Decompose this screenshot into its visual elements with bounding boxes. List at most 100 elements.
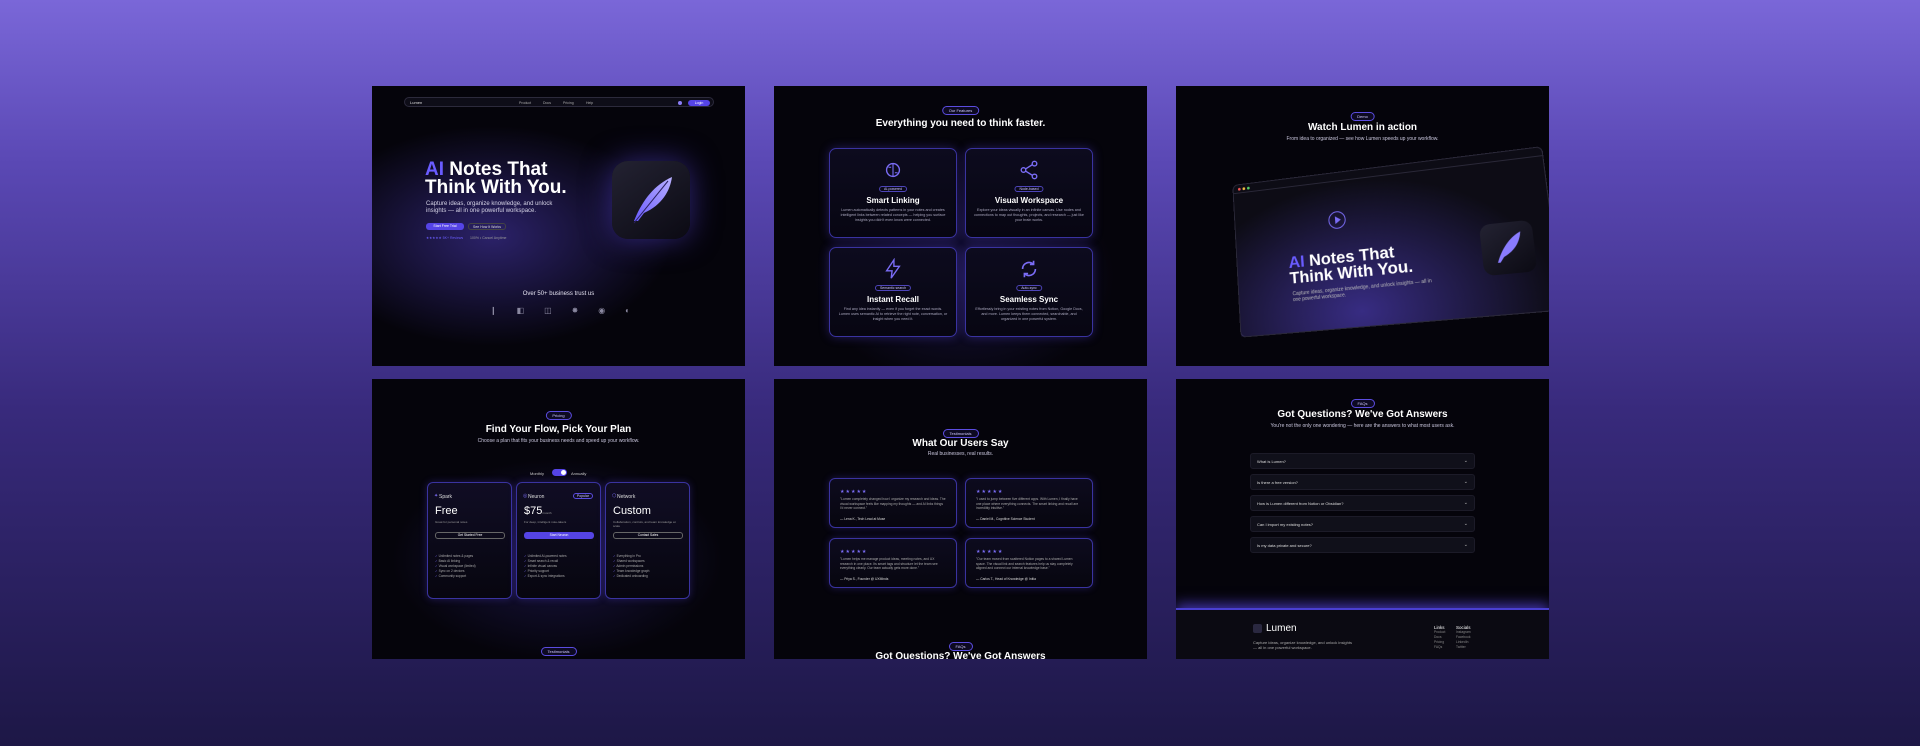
demo-pill: Demo — [1350, 112, 1375, 121]
chevron-down-icon: ⌄ — [1463, 458, 1468, 464]
faqs-subtitle: You're not the only one wondering — here… — [1270, 423, 1455, 429]
partner-logo-icon: ◉ — [598, 306, 606, 315]
feature-desc: Find any idea instantly — even if you fo… — [838, 307, 948, 321]
feature-card: AI-powered Smart Linking Lumen automatic… — [829, 148, 957, 238]
feather-icon — [1494, 231, 1524, 263]
faq-item[interactable]: What is Lumen? ⌄ — [1250, 453, 1475, 469]
testimonials-subtitle: Real businesses, real results. — [927, 451, 994, 457]
testimonials-pill: Testimonials — [942, 429, 979, 438]
footer-links: Links Product Docs Pricing FAQs — [1434, 625, 1445, 650]
see-how-button[interactable]: See How It Works — [468, 223, 506, 230]
faqs-title-preview: Got Questions? We've Got Answers — [875, 651, 1046, 659]
feature-tag: AI-powered — [879, 186, 907, 192]
testimonial-card: ★★★★★ "Lumen completely changed how I or… — [829, 478, 957, 528]
demo-title: Watch Lumen in action — [1307, 122, 1418, 133]
faq-item[interactable]: Is there a free version? ⌄ — [1250, 474, 1475, 490]
minimize-dot-icon — [1242, 187, 1246, 191]
figma-icon: ◧ — [516, 306, 525, 315]
footer-link[interactable]: FAQs — [1434, 645, 1445, 650]
star-rating: ★★★★★ — [840, 549, 868, 555]
nav-logo[interactable]: Lumen — [410, 100, 422, 105]
faq-item[interactable]: How is Lumen different from Notion or Ob… — [1250, 495, 1475, 511]
feature-title: Smart Linking — [866, 196, 920, 205]
billing-toggle[interactable] — [552, 469, 567, 476]
hero-title-line2: Think With You. — [425, 177, 567, 198]
chevron-down-icon: ⌄ — [1463, 521, 1468, 527]
login-button[interactable]: Login — [688, 99, 710, 106]
faqs-pill: FAQs — [1350, 399, 1375, 408]
pricing-pill: Pricing — [545, 411, 572, 420]
features-screen: Our Features Everything you need to thin… — [774, 86, 1147, 366]
navbar: Lumen Product Docs Pricing Help Login — [404, 97, 714, 107]
demo-app-icon — [1478, 219, 1538, 277]
billing-monthly-label: Monthly — [530, 471, 545, 476]
pricing-title: Find Your Flow, Pick Your Plan — [485, 424, 632, 435]
chevron-down-icon: ⌄ — [1463, 542, 1468, 548]
star-rating: ★★★★★ — [840, 489, 868, 495]
hero-note: 100% • Cancel Anytime — [470, 236, 507, 240]
chevron-down-icon: ⌄ — [1463, 479, 1468, 485]
testimonial-quote: "Lumen helps me manage product ideas, me… — [840, 557, 938, 570]
feature-tag: Auto-sync — [1016, 285, 1042, 291]
plan-features: Everything in Pro Shared workspaces Admi… — [613, 554, 649, 579]
hero-subtitle: Capture ideas, organize knowledge, and u… — [426, 201, 553, 214]
plan-features: Unlimited AI-powered notes Smart search … — [524, 554, 567, 579]
share-nodes-icon — [1020, 160, 1038, 180]
footer: Lumen Capture ideas, organize knowledge,… — [1176, 608, 1549, 659]
trust-text: Over 50+ business trust us — [522, 291, 595, 297]
testimonial-card: ★★★★★ "Lumen helps me manage product ide… — [829, 538, 957, 588]
testimonial-quote: "Lumen completely changed how I organize… — [840, 497, 946, 510]
testimonial-card: ★★★★★ "Our team moved from scattered Not… — [965, 538, 1093, 588]
faq-item[interactable]: Is my data private and secure? ⌄ — [1250, 537, 1475, 553]
features-pill: Our Features — [941, 106, 980, 115]
faq-question: How is Lumen different from Notion or Ob… — [1257, 501, 1344, 506]
hero-title: AI Notes That Think With You. — [425, 160, 567, 198]
plan-desc: Collaboration, controls, and team knowle… — [613, 520, 676, 528]
feature-title: Seamless Sync — [999, 295, 1059, 304]
footer-social-link[interactable]: Twitter — [1456, 645, 1471, 650]
pricing-subtitle: Choose a plan that fits your business ne… — [477, 438, 640, 444]
partner-logo-icon: ◫ — [544, 306, 552, 315]
nav-link-product[interactable]: Product — [519, 101, 531, 105]
faq-question: What is Lumen? — [1257, 459, 1286, 464]
testimonial-author: — Lena K., Tech Lead at Muse — [840, 517, 886, 521]
neuron-icon: ◎ — [523, 493, 528, 499]
feature-title: Visual Workspace — [994, 196, 1064, 205]
footer-socials: Socials Instagram Facebook LinkedIn Twit… — [1456, 625, 1471, 650]
feature-card: Auto-sync Seamless Sync Effortlessly bri… — [965, 247, 1093, 337]
lightning-icon — [885, 258, 901, 279]
close-dot-icon — [1237, 187, 1241, 191]
start-trial-button[interactable]: Start Free Trial — [426, 223, 464, 230]
plan-button[interactable]: Contact Sales — [613, 532, 683, 539]
rating: ★★★★★ 5K+ Reviews — [426, 236, 464, 240]
nav-link-pricing[interactable]: Pricing — [563, 101, 574, 105]
billing-annually-label: Annually — [571, 471, 587, 476]
faq-question: Is there a free version? — [1257, 480, 1298, 485]
theme-toggle-icon[interactable] — [678, 100, 682, 105]
logo-icon — [1253, 624, 1262, 633]
sync-icon — [1021, 260, 1037, 278]
demo-browser-window: AI Notes That Think With You. Capture id… — [1232, 146, 1549, 338]
plan-button[interactable]: Get Started Free — [435, 532, 505, 539]
footer-logo[interactable]: Lumen — [1266, 623, 1297, 634]
plan-price: Free — [435, 505, 458, 517]
plan-button[interactable]: Start Neuron — [524, 532, 594, 539]
plan-feature: Community support — [435, 574, 476, 579]
testimonial-quote: "Our team moved from scattered Notion pa… — [976, 557, 1073, 570]
faq-item[interactable]: Can I import my existing notes? ⌄ — [1250, 516, 1475, 532]
faq-question: Is my data private and secure? — [1257, 543, 1312, 548]
plan-card: ⬡ Network Custom Collaboration, controls… — [605, 482, 690, 599]
feature-desc: Lumen automatically detects patterns in … — [840, 208, 946, 222]
testimonial-card: ★★★★★ "I used to jump between five diffe… — [965, 478, 1093, 528]
nav-link-help[interactable]: Help — [586, 101, 593, 105]
nav-link-docs[interactable]: Docs — [543, 101, 551, 105]
feather-icon — [633, 177, 672, 224]
faq-question: Can I import my existing notes? — [1257, 522, 1314, 527]
plan-features: Unlimited notes & pages Basic AI linking… — [435, 554, 476, 579]
app-icon — [612, 161, 690, 239]
testimonials-pill: Testimonials — [540, 647, 577, 656]
spark-icon: ✦ — [434, 493, 439, 499]
pricing-screen: Pricing Find Your Flow, Pick Your Plan C… — [372, 379, 745, 659]
star-rating: ★★★★★ — [976, 489, 1004, 495]
testimonial-author: — Priya S., Founder @ UXMinds — [840, 577, 889, 581]
